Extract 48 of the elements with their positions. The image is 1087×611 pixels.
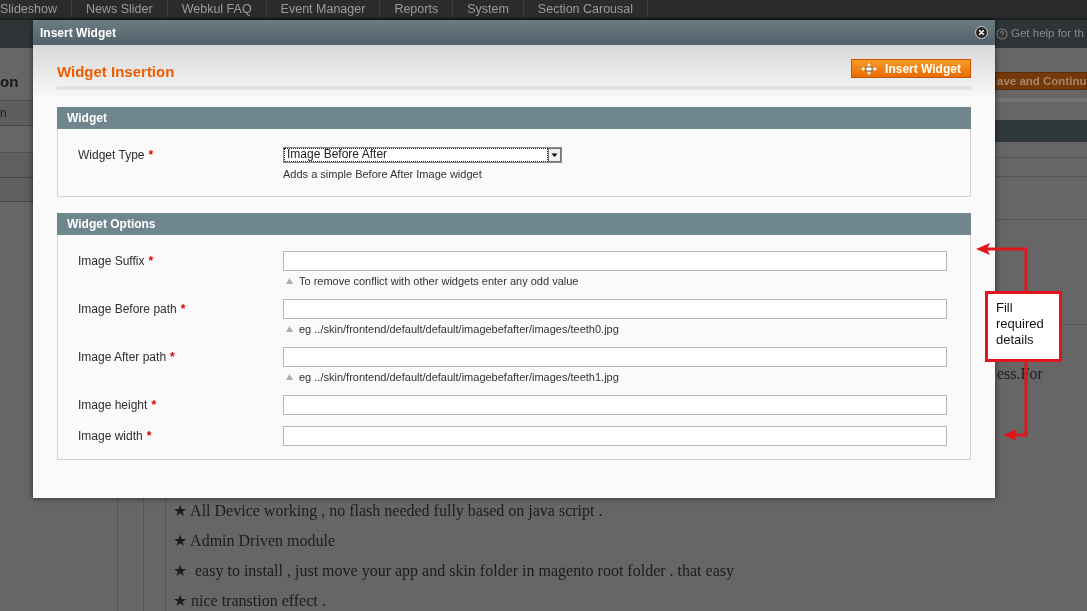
text-input[interactable] bbox=[283, 299, 947, 319]
triangle-icon bbox=[286, 278, 293, 284]
field-note: eg ../skin/frontend/default/default/imagebefafter/images/teeth1.jpg bbox=[299, 370, 619, 384]
triangle-icon bbox=[286, 374, 293, 380]
field-label: Image Suffix * bbox=[78, 253, 155, 270]
field-note: eg ../skin/frontend/default/default/imagebefafter/images/teeth0.jpg bbox=[299, 322, 619, 336]
feature-item: ★ nice transtion effect . bbox=[173, 591, 326, 611]
insert-widget-button[interactable]: Insert Widget bbox=[851, 59, 971, 78]
field-label: Image height * bbox=[78, 397, 158, 414]
close-icon bbox=[975, 26, 988, 39]
fieldset-header: Widget bbox=[57, 107, 971, 129]
field-label: Image width * bbox=[78, 428, 153, 445]
dialog-title: Insert Widget bbox=[40, 24, 116, 42]
nav-menu-item[interactable]: Event Manager bbox=[266, 0, 381, 18]
text-input[interactable] bbox=[283, 251, 947, 271]
sidebar-item[interactable]: n bbox=[0, 101, 33, 126]
text-input[interactable] bbox=[283, 395, 947, 415]
feature-item: ★ Admin Driven module bbox=[173, 531, 335, 551]
field-note: Adds a simple Before After Image widget bbox=[283, 167, 483, 181]
callout-note: Fill required details bbox=[985, 291, 1062, 362]
close-button[interactable] bbox=[975, 26, 988, 39]
fieldset-header: Widget Options bbox=[57, 213, 971, 235]
move-arrows-icon bbox=[861, 62, 878, 75]
text-input[interactable] bbox=[283, 347, 947, 367]
callout-arrow bbox=[975, 243, 1029, 292]
field-label: Image After path * bbox=[78, 349, 176, 366]
nav-menu-item[interactable]: Section Carousal bbox=[523, 0, 649, 18]
dropdown-select[interactable]: Image Before After bbox=[283, 147, 562, 163]
sidebar-item[interactable] bbox=[0, 153, 33, 178]
text-input[interactable] bbox=[283, 426, 947, 446]
nav-menu-item[interactable]: Reports bbox=[380, 0, 454, 18]
nav-menu-item[interactable]: Webkul FAQ bbox=[167, 0, 267, 18]
save-continue-button[interactable]: ave and Continu bbox=[995, 72, 1087, 90]
field-label: Image Before path * bbox=[78, 301, 187, 318]
nav-menu-item[interactable]: Slideshow bbox=[0, 0, 72, 18]
nav-menu-item[interactable]: System bbox=[453, 0, 524, 18]
caret-icon bbox=[548, 148, 561, 162]
triangle-icon bbox=[286, 326, 293, 332]
field-note: To remove conflict with other widgets enter any odd value bbox=[299, 274, 579, 288]
help-icon[interactable] bbox=[996, 28, 1008, 40]
help-link[interactable]: Get help for th bbox=[1011, 25, 1084, 43]
nav-menu-item[interactable]: News Slider bbox=[72, 0, 168, 18]
feature-item: ★ easy to install , just move your app and skin folder in magento root folder . that easy bbox=[173, 561, 734, 581]
dialog-heading: Widget Insertion bbox=[57, 63, 175, 81]
feature-item: ★ All Device working , no flash needed fully based on java script . bbox=[173, 501, 603, 521]
sidebar-item[interactable] bbox=[0, 178, 33, 202]
page-heading: on bbox=[0, 73, 20, 91]
field-label: Widget Type * bbox=[78, 147, 155, 164]
